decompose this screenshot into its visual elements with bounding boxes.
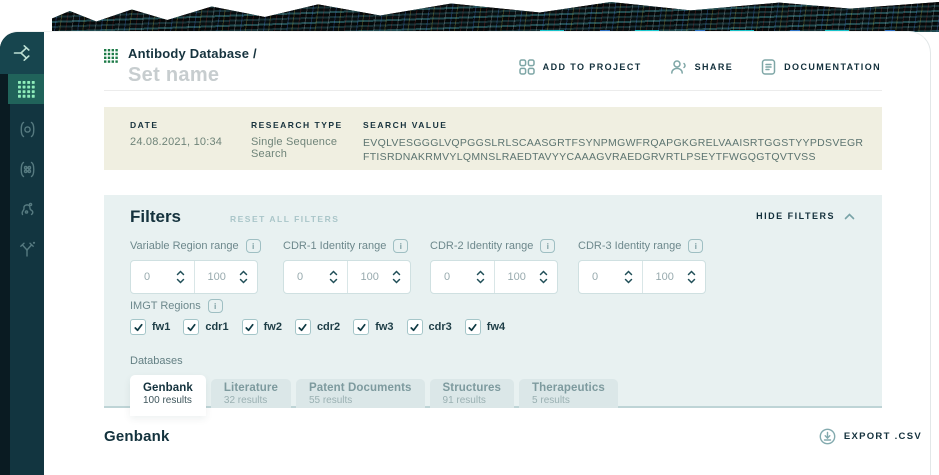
stepper-arrows-icon xyxy=(329,270,337,284)
filter-group-cdr3: CDR-3 Identity range i 0 100 xyxy=(578,239,706,294)
range-max-input[interactable]: 100 xyxy=(193,261,258,293)
stepper-arrows-icon xyxy=(176,270,184,284)
download-icon xyxy=(819,428,836,445)
filter-label: Variable Region range xyxy=(130,240,239,252)
glitch-noise-band xyxy=(52,2,939,32)
info-icon[interactable]: i xyxy=(540,239,556,253)
imgt-regions-row: fw1 cdr1 fw2 cdr2 fw3 cdr3 fw4 xyxy=(130,319,505,335)
checkmark-icon xyxy=(187,323,196,331)
range-min-input[interactable]: 0 xyxy=(284,261,347,293)
filter-group-cdr2: CDR-2 Identity range i 0 100 xyxy=(430,239,558,294)
tab-genbank[interactable]: Genbank 100 results xyxy=(130,375,206,416)
checkmark-icon xyxy=(468,323,477,331)
checkbox-cdr1[interactable]: cdr1 xyxy=(183,319,229,335)
antibody-logo-icon xyxy=(12,43,32,63)
stepper-arrows-icon xyxy=(476,270,484,284)
sidebar-item-antibody[interactable] xyxy=(10,229,44,269)
page-title[interactable]: Antibody Database / xyxy=(128,46,257,61)
reset-all-filters-button[interactable]: RESET ALL FILTERS xyxy=(230,214,339,224)
checkbox-cdr3[interactable]: cdr3 xyxy=(406,319,452,335)
chevron-up-icon xyxy=(844,212,855,220)
add-to-project-button[interactable]: ADD TO PROJECT xyxy=(518,59,642,75)
range-min-input[interactable]: 0 xyxy=(431,261,494,293)
set-name-label: Set name xyxy=(128,64,220,86)
databases-label: Databases xyxy=(130,355,183,367)
search-value-label: SEARCH VALUE xyxy=(363,120,448,130)
main-card: Antibody Database / Set name ADD TO PROJ… xyxy=(0,31,931,475)
range-min-input[interactable]: 0 xyxy=(579,261,642,293)
checkmark-icon xyxy=(357,323,366,331)
range-max-input[interactable]: 100 xyxy=(346,261,411,293)
checkmark-icon xyxy=(245,323,254,331)
checkmark-icon xyxy=(133,323,143,331)
stepper-arrows-icon xyxy=(239,270,248,284)
breadcrumb: Antibody Database / Set name xyxy=(104,46,257,87)
grid-icon xyxy=(17,80,35,98)
antibody-y-icon xyxy=(18,240,37,259)
range-max-input[interactable]: 100 xyxy=(493,261,558,293)
share-button[interactable]: SHARE xyxy=(670,59,734,75)
date-label: DATE xyxy=(130,120,159,130)
sidebar-item-logo[interactable] xyxy=(0,32,44,74)
search-value-sequence: EVQLVESGGGLVQPGGSLRLSCAASGRTFSYNPMGWFRQA… xyxy=(363,137,864,163)
tab-literature[interactable]: Literature 32 results xyxy=(210,379,291,408)
range-min-input[interactable]: 0 xyxy=(131,261,194,293)
structure-icon xyxy=(18,200,37,219)
filter-group-variable-region: Variable Region range i 0 100 xyxy=(130,239,261,294)
filter-label: CDR-3 Identity range xyxy=(578,240,682,252)
stepper-arrows-icon xyxy=(392,270,401,284)
sidebar-item-scan[interactable] xyxy=(10,109,44,149)
filter-group-cdr1: CDR-1 Identity range i 0 100 xyxy=(283,239,411,294)
info-icon[interactable]: i xyxy=(393,239,409,253)
sidebar-item-structures[interactable] xyxy=(10,189,44,229)
tab-patent-documents[interactable]: Patent Documents 55 results xyxy=(295,379,425,408)
checkbox-fw4[interactable]: fw4 xyxy=(464,319,505,335)
database-grid-icon xyxy=(104,49,118,87)
share-icon xyxy=(670,59,687,75)
checkbox-cdr2[interactable]: cdr2 xyxy=(294,319,340,335)
header-divider xyxy=(104,90,882,91)
info-icon[interactable]: i xyxy=(245,239,261,253)
database-tabs: Genbank 100 results Literature 32 result… xyxy=(130,375,618,416)
info-icon[interactable]: i xyxy=(688,239,704,253)
stepper-arrows-icon xyxy=(687,270,696,284)
sidebar-item-clusters[interactable] xyxy=(10,149,44,189)
hide-filters-button[interactable]: HIDE FILTERS xyxy=(756,211,855,221)
range-max-input[interactable]: 100 xyxy=(641,261,706,293)
filter-label: CDR-2 Identity range xyxy=(430,240,534,252)
header-actions: ADD TO PROJECT SHARE DOCUMENTATION xyxy=(518,59,881,75)
filters-panel: Filters RESET ALL FILTERS HIDE FILTERS V… xyxy=(104,195,882,416)
checkbox-fw3[interactable]: fw3 xyxy=(353,319,394,335)
scan-circle-icon xyxy=(18,120,37,139)
cluster-dots-icon xyxy=(18,160,37,179)
app-window: Antibody Database / Set name ADD TO PROJ… xyxy=(0,0,939,475)
research-type-label: RESEARCH TYPE xyxy=(250,120,343,130)
date-value: 24.08.2021, 10:34 xyxy=(130,136,223,148)
filters-title: Filters xyxy=(130,207,182,226)
filter-label: CDR-1 Identity range xyxy=(283,240,387,252)
checkmark-icon xyxy=(410,323,419,331)
stepper-arrows-icon xyxy=(539,270,548,284)
info-icon[interactable]: i xyxy=(207,299,223,313)
sidebar xyxy=(0,32,44,475)
documentation-button[interactable]: DOCUMENTATION xyxy=(761,59,881,75)
imgt-regions-label: IMGT Regions i xyxy=(130,299,223,313)
results-section-title: Genbank xyxy=(104,428,170,445)
checkbox-fw2[interactable]: fw2 xyxy=(241,319,282,335)
research-type-value: Single Sequence Search xyxy=(250,136,338,160)
documentation-icon xyxy=(761,59,776,75)
add-to-project-icon xyxy=(518,59,535,75)
tab-therapeutics[interactable]: Therapeutics 5 results xyxy=(519,379,618,408)
sidebar-item-antibody-database[interactable] xyxy=(8,74,44,104)
export-csv-button[interactable]: EXPORT .CSV xyxy=(819,428,922,445)
search-summary-bar: DATE 24.08.2021, 10:34 RESEARCH TYPE Sin… xyxy=(104,107,882,170)
stepper-arrows-icon xyxy=(624,270,632,284)
checkmark-icon xyxy=(298,323,308,331)
tab-structures[interactable]: Structures 91 results xyxy=(429,379,515,408)
checkbox-fw1[interactable]: fw1 xyxy=(130,319,170,335)
